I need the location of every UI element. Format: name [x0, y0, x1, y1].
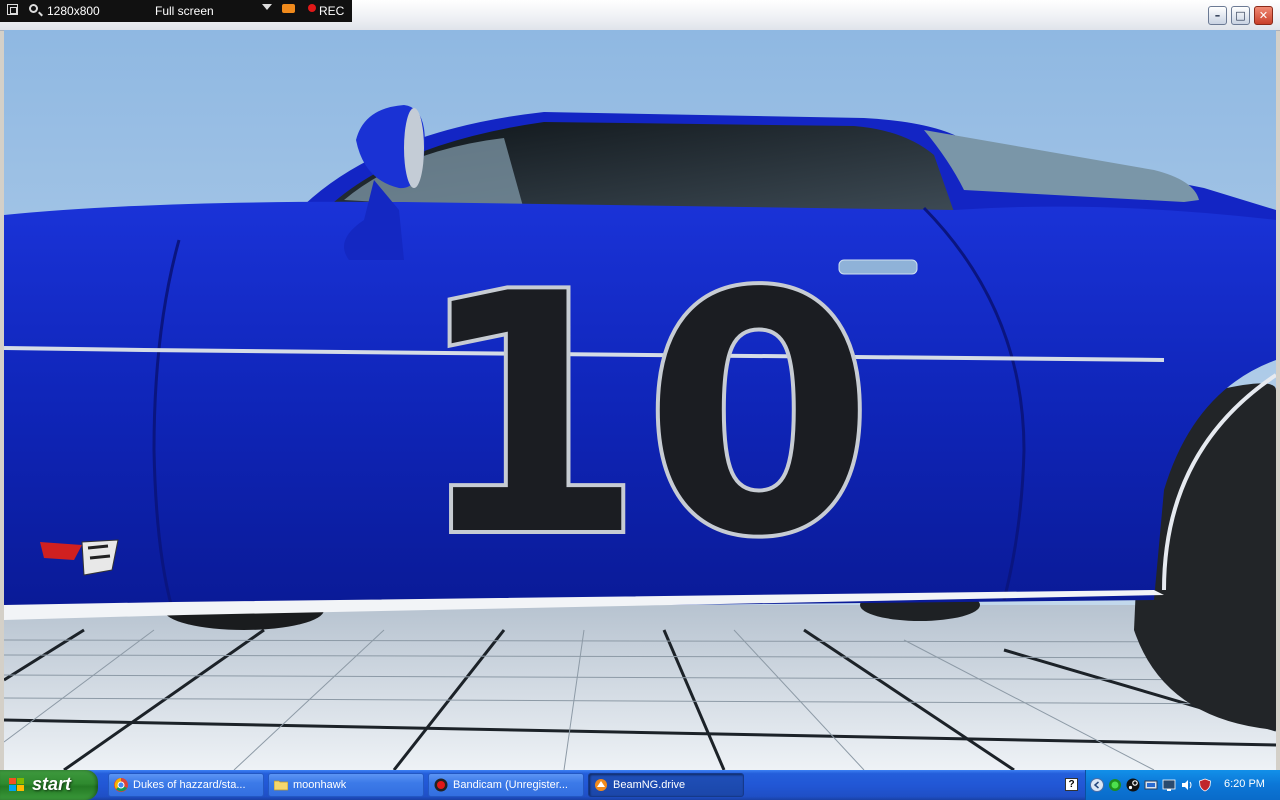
task-label: BeamNG.drive: [613, 779, 686, 791]
windows-logo-icon: [9, 778, 25, 792]
close-icon: ✕: [1258, 9, 1269, 22]
capture-size-label: 1280x800: [47, 4, 100, 18]
window-fit-icon[interactable]: [7, 4, 18, 15]
task-label: Bandicam (Unregister...: [453, 779, 568, 791]
taskbar-item-bandicam[interactable]: Bandicam (Unregister...: [428, 773, 584, 797]
help-icon[interactable]: ?: [1065, 778, 1078, 791]
record-dot-icon[interactable]: [308, 4, 316, 12]
search-icon[interactable]: [29, 4, 38, 13]
start-label: start: [32, 774, 72, 794]
display-icon[interactable]: [1162, 778, 1176, 792]
bandicam-toolbar: 1280x800 Full screen REC: [0, 0, 352, 22]
start-button[interactable]: start: [0, 770, 98, 800]
car-number: 10: [414, 224, 873, 608]
maximize-icon: □: [1235, 9, 1246, 22]
steam-icon[interactable]: [1126, 778, 1140, 792]
game-window: – □ ✕ 10: [0, 0, 1280, 770]
clock[interactable]: 6:20 PM: [1224, 778, 1265, 790]
grid-floor: [4, 605, 1276, 770]
minimize-icon: –: [1214, 9, 1221, 22]
game-viewport[interactable]: 10: [4, 30, 1276, 770]
status-green-icon[interactable]: [1108, 778, 1122, 792]
minimize-button[interactable]: –: [1208, 6, 1227, 25]
taskbar-item-folder[interactable]: moonhawk: [268, 773, 424, 797]
taskbar: start Dukes of hazzard/sta... moonhawk B…: [0, 770, 1280, 800]
chevron-down-icon[interactable]: [262, 4, 272, 10]
car-scene: 10: [4, 30, 1276, 770]
task-label: Dukes of hazzard/sta...: [133, 779, 246, 791]
system-tray: 6:20 PM: [1085, 770, 1280, 800]
maximize-button[interactable]: □: [1231, 6, 1250, 25]
chevron-left-icon[interactable]: [1090, 778, 1104, 792]
security-shield-icon[interactable]: [1198, 778, 1212, 792]
folder-icon: [274, 780, 288, 791]
rec-button[interactable]: REC: [319, 4, 344, 18]
camera-icon[interactable]: [282, 4, 295, 13]
chrome-icon: [114, 778, 128, 792]
beamng-icon: [595, 779, 607, 791]
capture-mode-label[interactable]: Full screen: [155, 4, 214, 18]
volume-icon[interactable]: [1180, 778, 1194, 792]
network-icon[interactable]: [1144, 778, 1158, 792]
taskbar-item-chrome[interactable]: Dukes of hazzard/sta...: [108, 773, 264, 797]
record-icon: [434, 778, 448, 792]
taskbar-item-beamng[interactable]: BeamNG.drive: [588, 773, 744, 797]
task-label: moonhawk: [293, 779, 347, 791]
close-button[interactable]: ✕: [1254, 6, 1273, 25]
